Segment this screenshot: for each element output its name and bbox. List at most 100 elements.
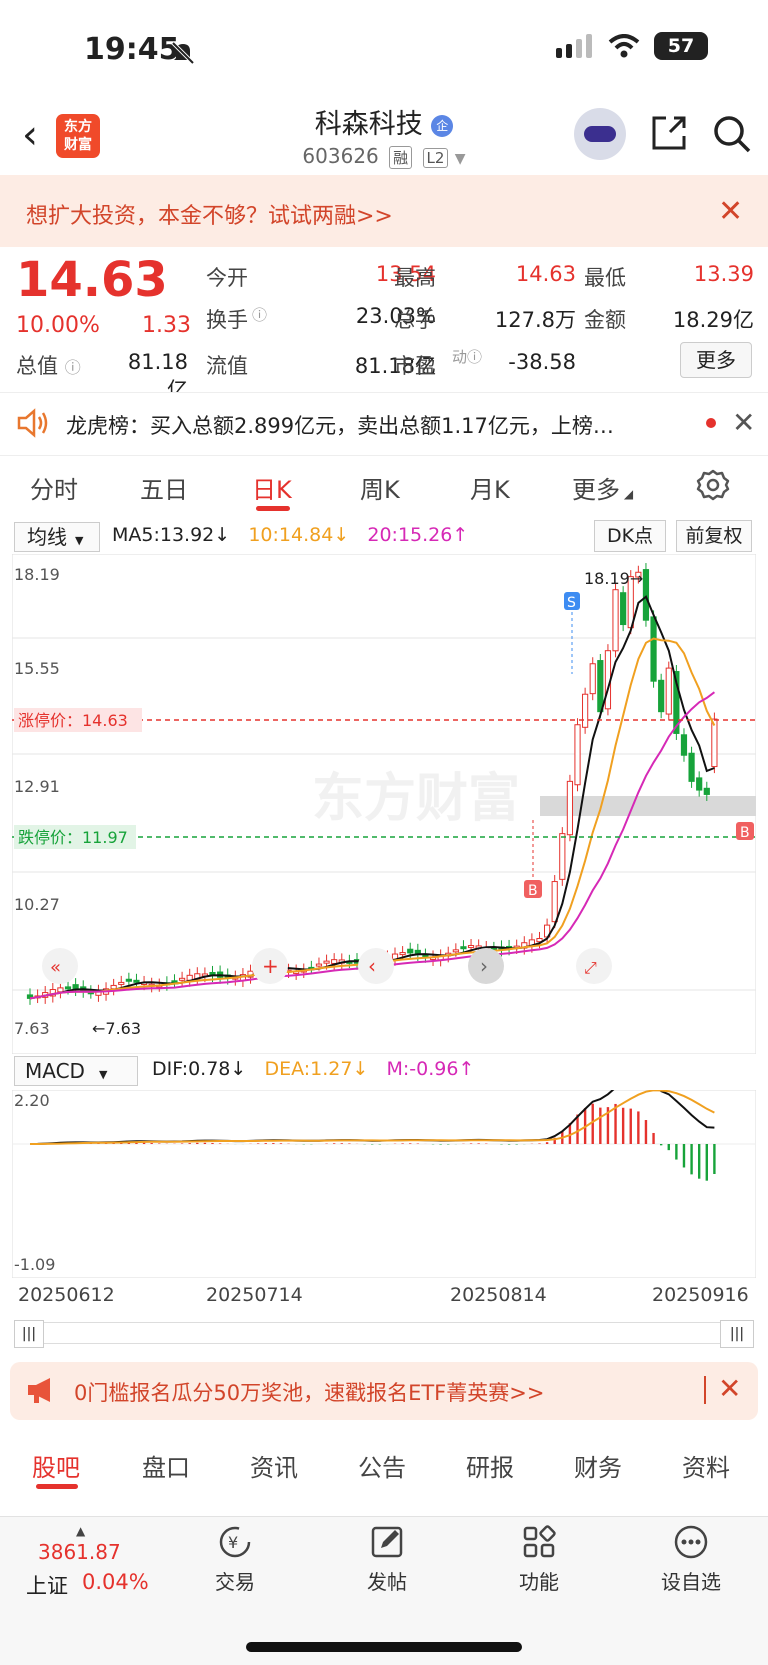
ad-close-icon[interactable]: ✕ — [718, 1372, 741, 1405]
more-dots-icon — [674, 1525, 708, 1559]
candle-body — [133, 979, 140, 983]
promo-text[interactable]: 想扩大投资，本金不够？试试两融>> — [26, 198, 393, 230]
axis-label: 7.63 — [14, 1019, 50, 1038]
search-icon[interactable] — [712, 114, 752, 154]
subtab-research[interactable]: 研报 — [466, 1448, 514, 1483]
candle-body — [467, 945, 475, 949]
candle-body — [407, 948, 414, 954]
status-icons: 57 — [556, 32, 708, 60]
mute-bell-icon — [171, 41, 195, 65]
candle-body — [574, 724, 581, 786]
subtab-pankou[interactable]: 盘口 — [142, 1448, 190, 1483]
tab-five-day[interactable]: 五日 — [140, 470, 188, 505]
status-time: 19:45 — [84, 32, 180, 67]
assistant-robot-icon[interactable] — [574, 108, 626, 160]
grid-icon — [523, 1525, 556, 1558]
buy-signal-mark: B — [528, 883, 538, 899]
limit-down-label: 跌停价：11.97 — [18, 828, 128, 847]
tab-intraday[interactable]: 分时 — [30, 470, 78, 505]
candle-body — [597, 660, 604, 713]
sub-indicator-select[interactable]: MACD ▼ — [14, 1056, 138, 1086]
tab-underline — [256, 506, 290, 511]
candle-body — [665, 667, 672, 715]
info-icon[interactable]: ⓘ — [252, 304, 267, 325]
ma5-value: MA5:13.92 — [112, 524, 215, 546]
more-button[interactable]: 更多 — [680, 342, 752, 378]
index-name[interactable]: 上证 — [26, 1570, 68, 1600]
nav-post[interactable]: 发帖 — [342, 1524, 432, 1595]
subtab-profile[interactable]: 资料 — [682, 1448, 730, 1483]
macd-axis-top: 2.20 — [14, 1091, 50, 1110]
home-indicator — [246, 1642, 522, 1652]
axis-label: 10.27 — [14, 895, 60, 914]
ticker-text[interactable]: 龙虎榜：买入总额2.899亿元，卖出总额1.17亿元，上榜… — [66, 410, 676, 440]
tab-daily-k[interactable]: 日K — [252, 470, 292, 505]
nav-add-watchlist[interactable]: 设自选 — [646, 1524, 736, 1595]
divider — [704, 1376, 706, 1404]
candle-body — [460, 946, 467, 950]
quote-label: 换手 — [206, 308, 248, 332]
macd-chart[interactable]: 2.20 -1.09 — [12, 1090, 756, 1278]
candle-body — [331, 959, 338, 964]
macd-values: DIF:0.78↓ DEA:1.27↓ M:-0.96↑ — [152, 1058, 475, 1080]
indicator-select[interactable]: 均线 ▼ — [14, 522, 100, 552]
info-icon[interactable]: ⓘ — [65, 358, 81, 377]
chart-scroll-track[interactable] — [14, 1322, 754, 1344]
candle-body — [650, 616, 657, 682]
ticker-close-icon[interactable]: ✕ — [732, 406, 755, 439]
tab-more[interactable]: 更多 ◢ — [572, 470, 633, 505]
dea-value: DEA:1.27 — [264, 1058, 353, 1080]
tab-weekly-k[interactable]: 周K — [360, 470, 400, 505]
scroll-handle-right[interactable]: ||| — [720, 1320, 754, 1348]
index-percent[interactable]: 0.04% — [82, 1570, 149, 1594]
double-left-icon: « — [50, 957, 61, 978]
chevron-left-icon: ‹ — [368, 954, 376, 978]
candle-body — [658, 679, 665, 713]
chart-watermark: 东方财富 — [312, 769, 520, 829]
date-label: 20250916 — [652, 1284, 749, 1306]
edit-icon — [371, 1526, 403, 1558]
subtab-notice[interactable]: 公告 — [358, 1448, 406, 1483]
dk-point-button[interactable]: DK点 — [594, 520, 666, 552]
megaphone-icon — [28, 1378, 50, 1403]
kline-chart[interactable]: 东方财富 涨停价：14.63 跌停价：11.97 18.19 15.55 12.… — [12, 554, 756, 1054]
candle-body — [688, 752, 695, 782]
subtab-underline — [36, 1484, 78, 1489]
tab-monthly-k[interactable]: 月K — [470, 470, 510, 505]
promo-close-icon[interactable]: ✕ — [718, 194, 743, 229]
enterprise-badge-icon: 企 — [431, 114, 454, 137]
speaker-icon — [17, 408, 48, 438]
chevron-right-icon: › — [480, 954, 488, 978]
axis-label: 18.19 — [14, 565, 60, 584]
low-marker: ←7.63 — [92, 1019, 141, 1038]
candle-body — [696, 777, 703, 791]
caret-up-icon: ▲ — [76, 1524, 86, 1538]
quote-value: 127.8万 — [494, 308, 576, 332]
subtab-guba[interactable]: 股吧 — [32, 1448, 80, 1483]
share-icon[interactable] — [650, 114, 688, 152]
candle-body — [57, 987, 64, 993]
prev-button[interactable] — [358, 948, 394, 984]
total-cap-label: 总值 ⓘ — [16, 354, 81, 378]
candle-body — [620, 592, 627, 626]
adjust-mode-button[interactable]: 前复权 — [676, 520, 752, 552]
candle-body — [612, 589, 619, 652]
nav-trade[interactable]: ¥ 交易 — [190, 1524, 280, 1595]
current-price: 14.63 — [16, 252, 168, 308]
expand-icon: ⤢ — [584, 958, 597, 977]
subtab-finance[interactable]: 财务 — [574, 1448, 622, 1483]
m-value: M:-0.96 — [386, 1058, 459, 1080]
ad-text[interactable]: 0门槛报名瓜分50万奖池，速戳报名ETF菁英赛>> — [74, 1377, 544, 1407]
scroll-handle-left[interactable]: ||| — [14, 1320, 44, 1348]
gear-icon[interactable] — [696, 468, 730, 502]
candle-body — [323, 960, 330, 964]
index-value[interactable]: 3861.87 — [38, 1540, 121, 1564]
nav-functions[interactable]: 功能 — [494, 1524, 584, 1595]
level2-tag: L2 — [422, 148, 449, 168]
quote-value: 18.29亿 — [672, 308, 754, 332]
quote-label: 最低 — [584, 266, 626, 290]
date-label: 20250814 — [450, 1284, 547, 1306]
candle-body — [680, 734, 688, 756]
subtab-news[interactable]: 资讯 — [250, 1448, 298, 1483]
quote-label: 流值 — [206, 354, 248, 378]
